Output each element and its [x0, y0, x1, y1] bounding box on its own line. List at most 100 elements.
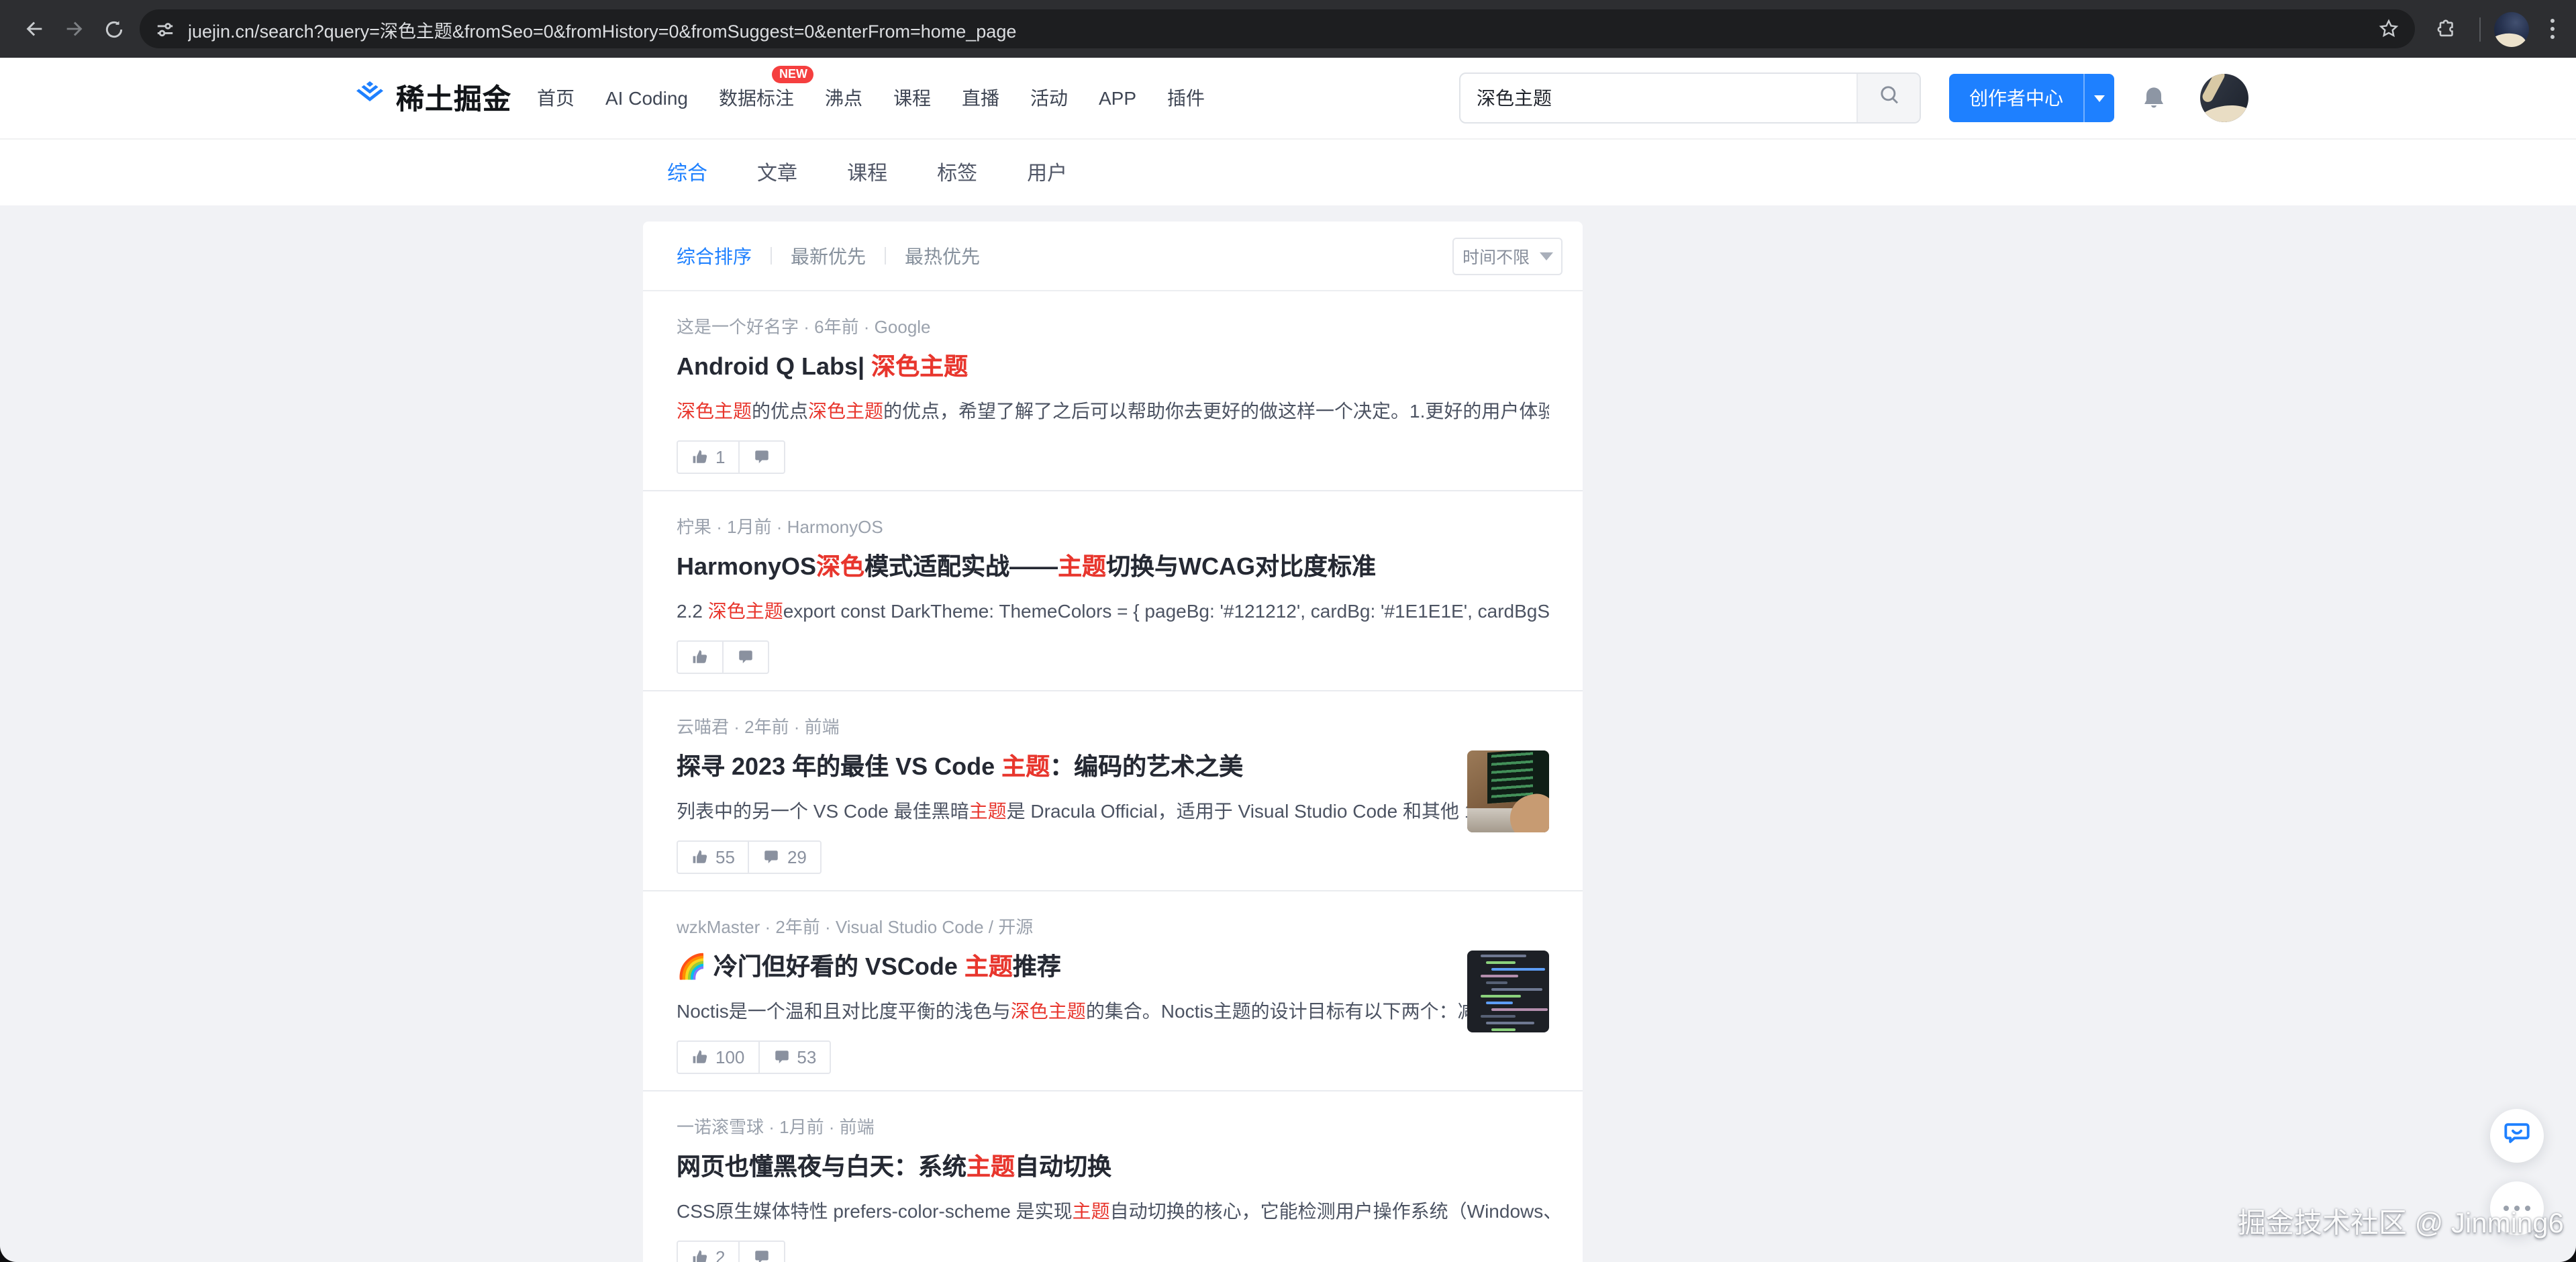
tab-综合[interactable]: 综合: [667, 158, 707, 187]
comment-icon: [763, 848, 781, 866]
search-result-item[interactable]: 柠果 · 1月前 · HarmonyOS HarmonyOS深色模式适配实战——主…: [643, 491, 1583, 690]
page-body: 综合排序 最新优先 最热优先 时间不限 这是一个好名字 · 6年前 · Google…: [0, 205, 2576, 1262]
logo-text: 稀土掘金: [396, 78, 511, 118]
result-title[interactable]: 🌈 冷门但好看的 VSCode 主题推荐: [677, 951, 1549, 984]
result-title[interactable]: 网页也懂黑夜与白天：系统主题自动切换: [677, 1151, 1549, 1184]
watermark: 掘金技术社区 @ Jinming6: [2238, 1202, 2564, 1242]
result-excerpt[interactable]: 2.2 深色主题export const DarkTheme: ThemeCol…: [677, 597, 1549, 624]
comment-icon: [753, 1249, 771, 1262]
text-segment: HarmonyOS: [677, 553, 816, 580]
comment-button[interactable]: 29: [748, 842, 820, 873]
search-result-item[interactable]: 一诺滚雪球 · 1月前 · 前端网页也懂黑夜与白天：系统主题自动切换 CSS原生媒…: [643, 1091, 1583, 1262]
time-filter-dropdown[interactable]: 时间不限: [1452, 237, 1563, 275]
comment-button[interactable]: [738, 1242, 784, 1262]
search-input[interactable]: [1460, 74, 1856, 122]
bookmark-star-icon[interactable]: [2377, 17, 2400, 40]
nav-item-APP[interactable]: APP: [1099, 85, 1136, 111]
article-thumbnail[interactable]: [1467, 750, 1549, 832]
nav-item-课程[interactable]: 课程: [893, 85, 931, 111]
address-bar[interactable]: juejin.cn/search?query=深色主题&fromSeo=0&fr…: [140, 9, 2415, 48]
extensions-icon[interactable]: [2426, 9, 2466, 49]
comment-button[interactable]: [722, 642, 768, 673]
sort-option-最热优先[interactable]: 最热优先: [905, 242, 980, 269]
result-excerpt[interactable]: CSS原生媒体特性 prefers-color-scheme 是实现主题自动切换…: [677, 1198, 1549, 1224]
like-button[interactable]: 100: [678, 1042, 758, 1073]
text-segment: 的优点: [752, 400, 808, 422]
code-line: [1481, 955, 1526, 957]
site-settings-icon[interactable]: [154, 18, 176, 40]
thumbs-up-icon: [691, 848, 709, 866]
text-segment: export const DarkTheme: ThemeColors = { …: [783, 600, 1549, 622]
result-actions: 5529: [677, 840, 822, 874]
result-title[interactable]: HarmonyOS深色模式适配实战——主题切换与WCAG对比度标准: [677, 550, 1549, 584]
result-title[interactable]: Android Q Labs| 深色主题: [677, 350, 1549, 384]
code-line: [1486, 1022, 1534, 1024]
chevron-down-icon: [1539, 252, 1552, 260]
user-avatar[interactable]: [2200, 74, 2248, 122]
juejin-logo-icon: [353, 78, 387, 118]
text-segment: 模式适配实战——: [864, 553, 1058, 580]
search-result-item[interactable]: 这是一个好名字 · 6年前 · Google Android Q Labs| 深色…: [643, 291, 1583, 490]
like-button[interactable]: [678, 642, 722, 673]
browser-profile-avatar[interactable]: [2494, 11, 2529, 46]
back-icon[interactable]: [13, 9, 54, 49]
new-badge: NEW: [773, 66, 814, 83]
like-button[interactable]: 1: [678, 442, 738, 473]
sort-option-最新优先[interactable]: 最新优先: [791, 242, 866, 269]
result-meta[interactable]: wzkMaster · 2年前 · Visual Studio Code / 开…: [677, 916, 1549, 940]
code-line: [1486, 981, 1507, 984]
nav-item-AI Coding[interactable]: AI Coding: [605, 85, 688, 111]
code-line: [1481, 995, 1521, 998]
comment-button[interactable]: 53: [758, 1042, 830, 1073]
sort-option-综合排序[interactable]: 综合排序: [677, 242, 752, 269]
reload-icon[interactable]: [94, 9, 134, 49]
forward-icon[interactable]: [54, 9, 94, 49]
result-meta[interactable]: 云喵君 · 2年前 · 前端: [677, 716, 1549, 740]
nav-item-插件[interactable]: 插件: [1167, 85, 1205, 111]
result-excerpt[interactable]: 列表中的另一个 VS Code 最佳黑暗主题是 Dracula Official…: [677, 797, 1549, 824]
search-result-item[interactable]: wzkMaster · 2年前 · Visual Studio Code / 开…: [643, 891, 1583, 1090]
result-excerpt[interactable]: 深色主题的优点深色主题的优点，希望了解了之后可以帮助你去更好的做这样一个决定。1…: [677, 397, 1549, 424]
text-segment: 列表中的另一个 VS Code 最佳黑暗: [677, 800, 969, 822]
nav-item-活动[interactable]: 活动: [1030, 85, 1068, 111]
result-excerpt[interactable]: Noctis是一个温和且对比度平衡的浅色与深色主题的集合。Noctis主题的设计…: [677, 998, 1549, 1024]
like-button[interactable]: 2: [678, 1242, 738, 1262]
article-thumbnail[interactable]: [1467, 951, 1549, 1032]
code-line: [1486, 961, 1516, 964]
browser-menu-icon[interactable]: [2542, 19, 2563, 39]
result-title[interactable]: 探寻 2023 年的最佳 VS Code 主题：编码的艺术之美: [677, 750, 1549, 784]
result-meta[interactable]: 这是一个好名字 · 6年前 · Google: [677, 316, 1549, 340]
tab-标签[interactable]: 标签: [937, 158, 977, 187]
nav-item-数据标注[interactable]: 数据标注NEW: [719, 85, 794, 111]
search-icon: [1877, 83, 1900, 113]
highlighted-keyword: 主题: [1073, 1200, 1110, 1222]
code-line: [1491, 988, 1542, 991]
nav-item-直播[interactable]: 直播: [962, 85, 999, 111]
text-segment: 🌈 冷门但好看的 VSCode: [677, 953, 964, 980]
url-text[interactable]: juejin.cn/search?query=深色主题&fromSeo=0&fr…: [188, 15, 2377, 42]
sort-separator: [885, 247, 886, 264]
creator-center-button[interactable]: 创作者中心: [1949, 74, 2114, 122]
search-result-item[interactable]: 云喵君 · 2年前 · 前端探寻 2023 年的最佳 VS Code 主题：编码…: [643, 691, 1583, 890]
code-line: [1491, 968, 1545, 971]
creator-dropdown-caret[interactable]: [2083, 74, 2114, 122]
result-meta[interactable]: 一诺滚雪球 · 1月前 · 前端: [677, 1116, 1549, 1140]
like-count: 1: [715, 447, 725, 467]
feedback-button[interactable]: [2490, 1109, 2544, 1163]
text-segment: 的优点，希望了解了之后可以帮助你去更好的做这样一个决定。1.更好的用户体验帮助你…: [883, 400, 1549, 422]
highlighted-keyword: 主题: [969, 800, 1007, 822]
highlighted-keyword: 深色主题: [808, 400, 883, 422]
comment-button[interactable]: [738, 442, 784, 473]
tab-课程[interactable]: 课程: [847, 158, 887, 187]
nav-item-首页[interactable]: 首页: [537, 85, 575, 111]
tab-文章[interactable]: 文章: [757, 158, 797, 187]
text-segment: Android Q Labs|: [677, 353, 871, 380]
like-button[interactable]: 55: [678, 842, 748, 873]
juejin-logo[interactable]: 稀土掘金: [353, 78, 511, 118]
search-button[interactable]: [1856, 74, 1920, 122]
notification-bell-icon[interactable]: [2140, 84, 2168, 112]
tab-用户[interactable]: 用户: [1027, 158, 1067, 187]
result-meta[interactable]: 柠果 · 1月前 · HarmonyOS: [677, 516, 1549, 540]
nav-item-沸点[interactable]: 沸点: [825, 85, 862, 111]
code-line: [1486, 1002, 1513, 1004]
